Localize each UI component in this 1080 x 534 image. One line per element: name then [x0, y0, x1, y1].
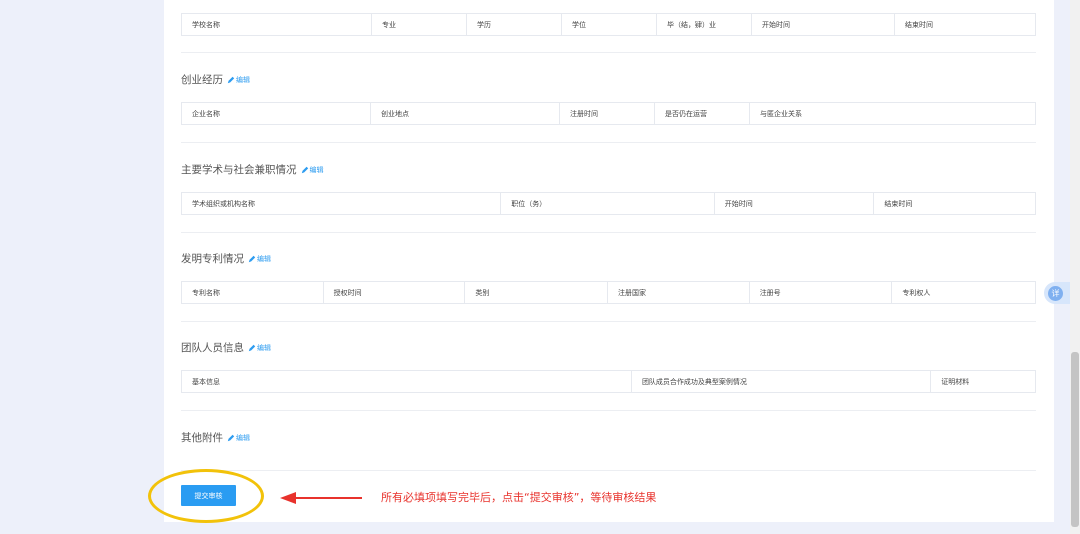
table-header-cell: 基本信息: [182, 371, 632, 392]
table-header-cell: 开始时间: [715, 193, 875, 214]
section-divider: [181, 52, 1036, 53]
pencil-icon: [301, 166, 308, 173]
patent-table: 专利名称 授权时间 类别 注册国家 注册号 专利权人: [181, 281, 1036, 304]
section-title-text: 其他附件: [181, 432, 223, 444]
team-table: 基本信息 团队成员合作成功及典型案例情况 证明材料: [181, 370, 1036, 393]
edit-link-academic[interactable]: 编辑: [301, 165, 324, 175]
table-header-cell: 类别: [465, 282, 609, 303]
edit-link-team[interactable]: 编辑: [248, 343, 271, 353]
table-header-cell: 专业: [372, 14, 467, 35]
floating-tab-icon: 详: [1048, 285, 1063, 301]
table-header-cell: 学位: [562, 14, 657, 35]
scrollbar-thumb[interactable]: [1071, 352, 1079, 527]
section-divider: [181, 232, 1036, 233]
table-header-cell: 学校名称: [182, 14, 372, 35]
section-title-text: 创业经历: [181, 74, 223, 86]
table-header-cell: 学术组织或机构名称: [182, 193, 502, 214]
table-header-cell: 企业名称: [182, 103, 371, 124]
table-header-cell: 结束时间: [905, 20, 933, 29]
edit-label: 编辑: [257, 343, 271, 352]
academic-table: 学术组织或机构名称 职位（务） 开始时间 结束时间: [181, 192, 1036, 215]
table-header-cell: 是否仍在运营: [655, 103, 750, 124]
section-title-attachments: 其他附件 编辑: [181, 430, 250, 445]
table-header-cell: 注册国家: [608, 282, 750, 303]
education-table: 学校名称 专业 学历 学位 毕（结，肄）业 开始时间 结束时间: [181, 13, 1036, 36]
section-title-text: 团队人员信息: [181, 342, 244, 354]
section-title-text: 发明专利情况: [181, 253, 244, 265]
highlight-ellipse: [148, 469, 264, 523]
edit-label: 编辑: [309, 165, 324, 174]
edit-link-patent[interactable]: 编辑: [248, 254, 271, 264]
edit-label: 编辑: [257, 254, 271, 263]
table-header-cell: 团队成员合作成功及典型案例情况: [632, 371, 932, 392]
section-title-text: 主要学术与社会兼职情况: [181, 164, 297, 176]
table-header-cell: 专利名称: [182, 282, 324, 303]
instruction-annotation: 所有必填项填写完毕后，点击“提交审核”，等待审核结果: [381, 491, 657, 504]
section-title-team: 团队人员信息 编辑: [181, 340, 271, 355]
pencil-icon: [227, 76, 235, 83]
table-header-cell: 职位（务）: [501, 193, 715, 214]
table-header-cell: 学历: [467, 14, 562, 35]
table-header-cell: 专利权人: [902, 288, 931, 297]
table-header-cell: 与匿企业关系: [760, 109, 802, 118]
section-title-academic: 主要学术与社会兼职情况 编辑: [181, 162, 324, 177]
section-divider: [181, 410, 1036, 411]
table-header-cell: 注册号: [750, 282, 893, 303]
pencil-icon: [248, 255, 256, 262]
table-header-cell: 毕（结，肄）业: [657, 14, 752, 35]
edit-link-attachments[interactable]: 编辑: [227, 433, 250, 443]
section-divider: [181, 321, 1036, 322]
edit-link-startup[interactable]: 编辑: [227, 75, 250, 85]
table-header-cell: 结束时间: [884, 199, 913, 208]
section-title-patent: 发明专利情况 编辑: [181, 251, 271, 266]
startup-table: 企业名称 创业地点 注册时间 是否仍在运营 与匿企业关系: [181, 102, 1036, 125]
table-header-cell: 创业地点: [371, 103, 560, 124]
table-header-cell: 授权时间: [324, 282, 466, 303]
edit-label: 编辑: [236, 75, 250, 84]
edit-label: 编辑: [236, 433, 250, 442]
table-header-cell: 开始时间: [752, 14, 895, 35]
form-card: [164, 0, 1054, 522]
pencil-icon: [248, 344, 256, 351]
arrow-left-icon: [280, 492, 362, 504]
section-divider: [181, 142, 1036, 143]
section-divider: [181, 470, 1036, 471]
section-title-startup: 创业经历 编辑: [181, 72, 250, 87]
table-header-cell: 注册时间: [560, 103, 655, 124]
table-header-cell: 证明材料: [941, 377, 970, 386]
pencil-icon: [227, 434, 235, 441]
floating-side-tab[interactable]: 详: [1044, 282, 1070, 304]
